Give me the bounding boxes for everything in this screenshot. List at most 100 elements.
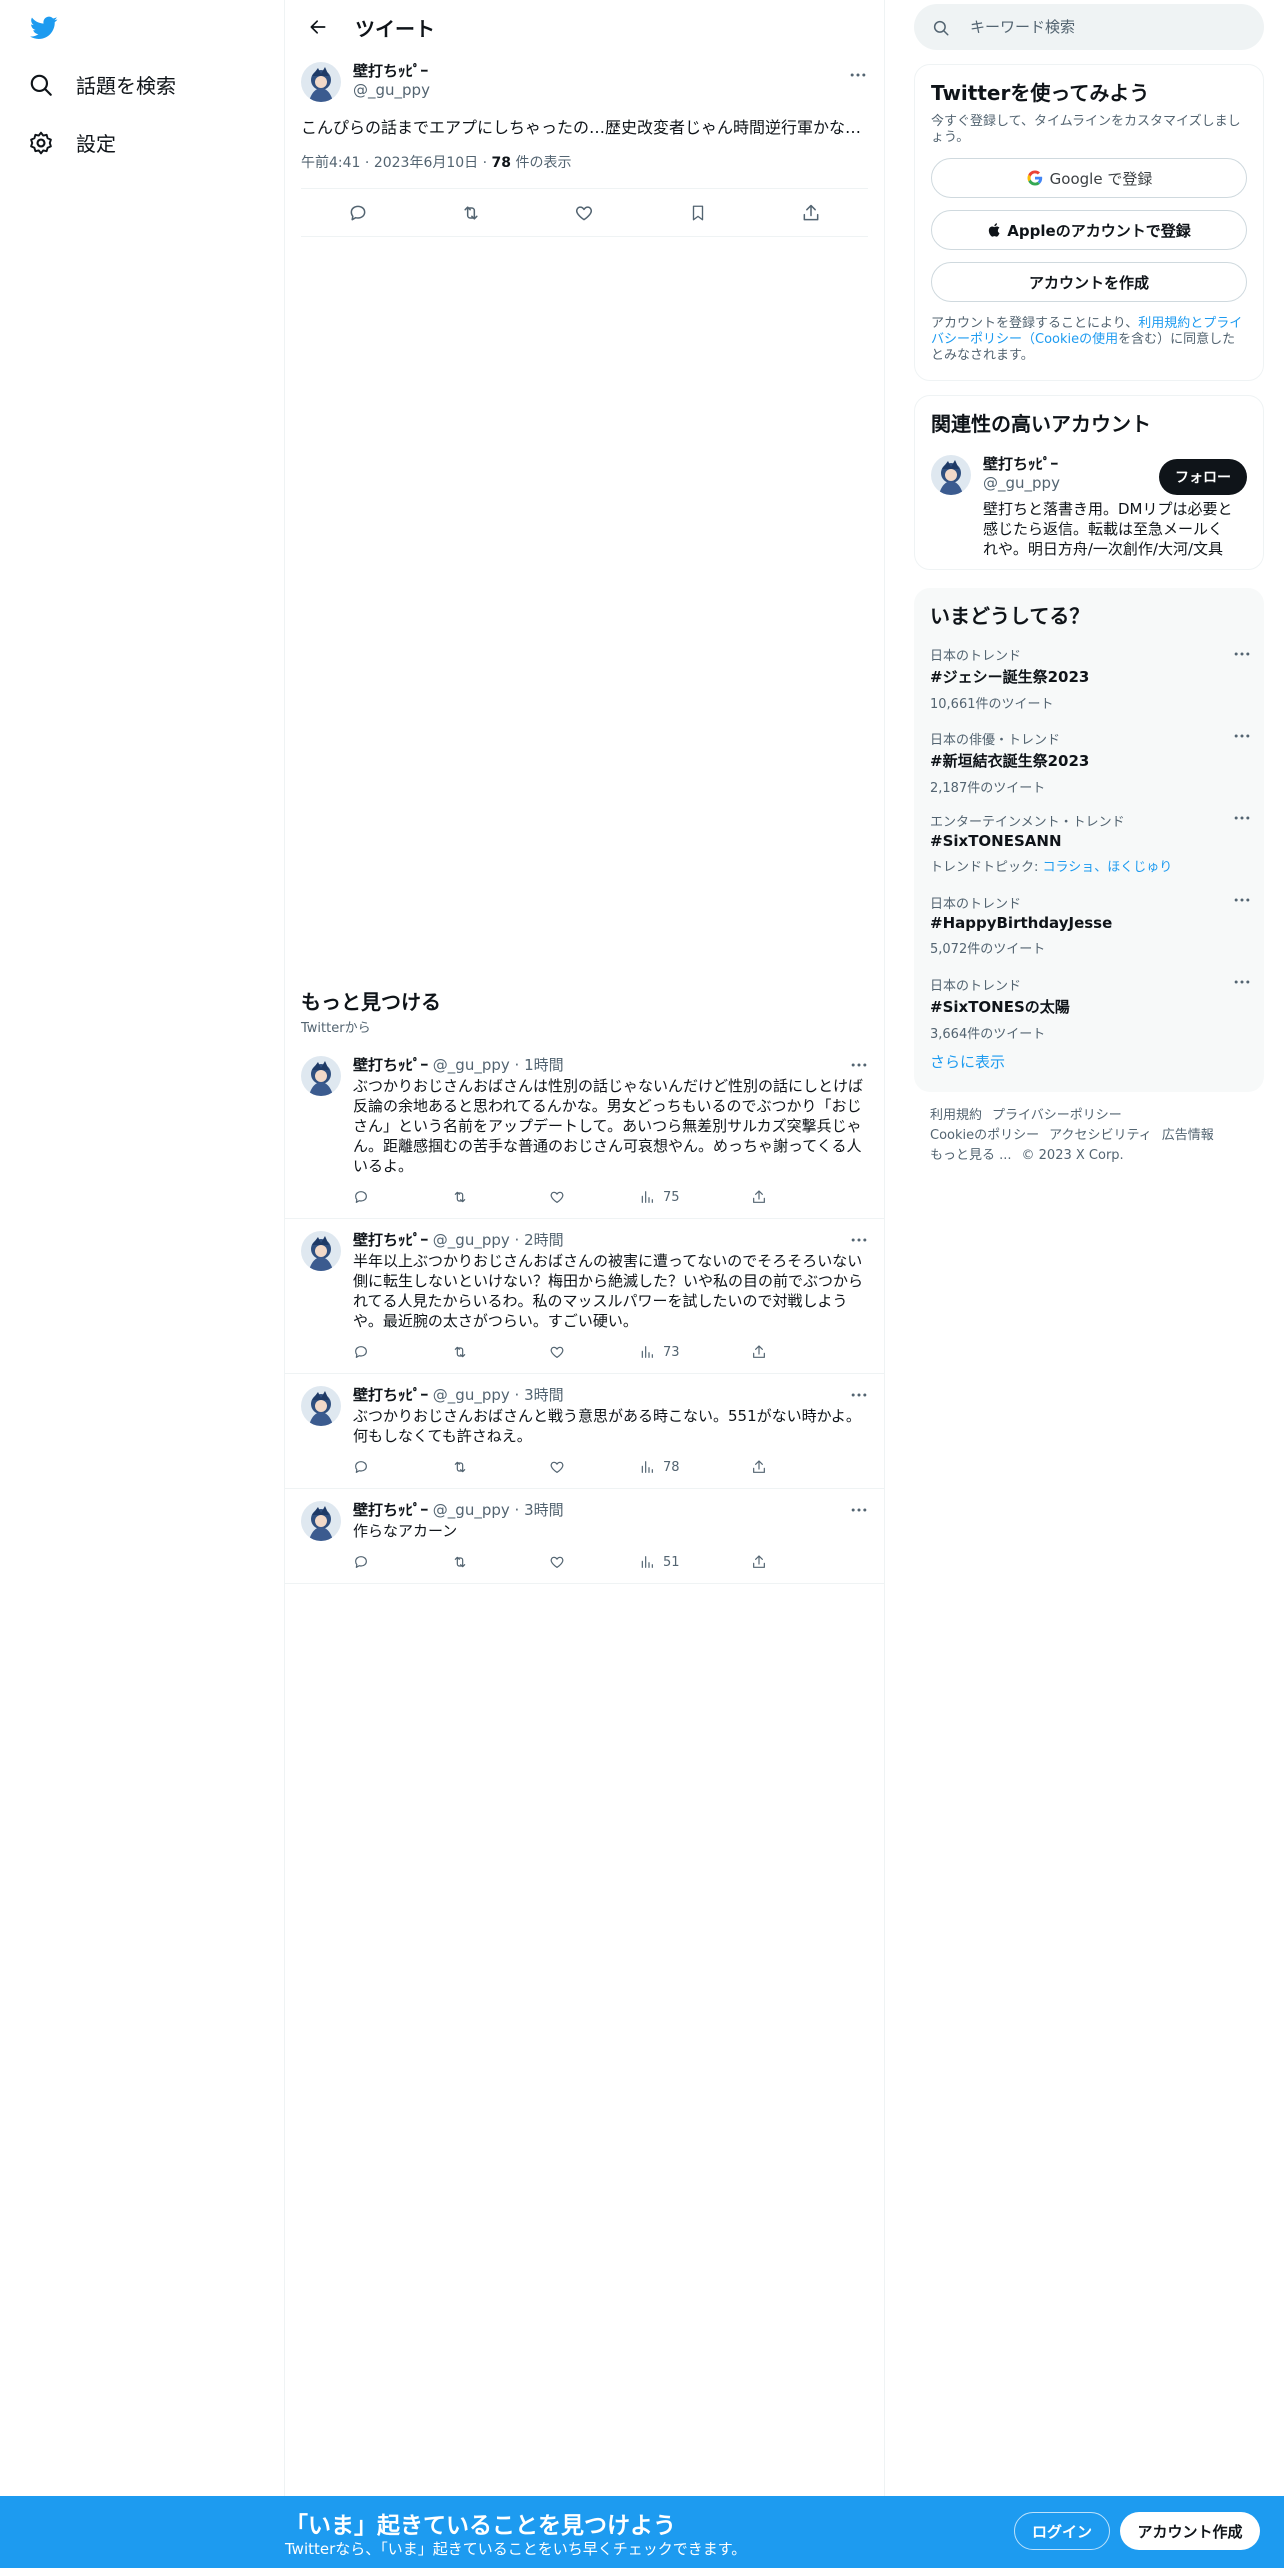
footer-privacy-link[interactable]: プライバシーポリシー — [992, 1108, 1122, 1123]
relevant-account[interactable]: 壁打ちｯﾋﾟｰ @_gu_ppy 壁打ちと落書き用。DMリプは必要と感じたら返信… — [931, 455, 1247, 559]
follow-button[interactable]: フォロー — [1159, 459, 1247, 495]
tweet-views-label: 件の表示 — [515, 155, 572, 171]
feed-tweet[interactable]: 壁打ちｯﾋﾟｰ @_gu_ppy · 3時間 作らなアカーン 51 — [285, 1489, 885, 1584]
nav-item-settings[interactable]: 設定 — [28, 128, 116, 157]
signup-button[interactable]: アカウント作成 — [1120, 2512, 1260, 2550]
more-options-icon[interactable] — [849, 1054, 869, 1075]
feed-tweet[interactable]: 壁打ちｯﾋﾟｰ @_gu_ppy · 1時間 ぶつかりおじさんおばさんは性別の話じ… — [285, 1044, 885, 1219]
reply-icon[interactable] — [353, 1554, 451, 1570]
feed-author-handle[interactable]: @_gu_ppy — [433, 1056, 510, 1074]
tweet-actions — [301, 189, 868, 237]
retweet-button[interactable] — [454, 196, 488, 230]
like-button[interactable] — [567, 196, 601, 230]
create-account-button[interactable]: アカウントを作成 — [931, 262, 1247, 302]
share-button[interactable] — [794, 196, 828, 230]
heart-icon[interactable] — [549, 1189, 639, 1205]
retweet-icon[interactable] — [451, 1344, 549, 1360]
back-button[interactable] — [301, 10, 335, 44]
feed-author-name[interactable]: 壁打ちｯﾋﾟｰ — [353, 1501, 428, 1519]
more-options-icon[interactable] — [1232, 889, 1252, 910]
footer-ads-link[interactable]: 広告情報 — [1162, 1128, 1214, 1143]
feed-author-handle[interactable]: @_gu_ppy — [433, 1386, 510, 1404]
avatar[interactable] — [301, 1501, 341, 1541]
views-button[interactable]: 78 — [639, 1459, 751, 1475]
trend-item[interactable]: 日本の俳優・トレンド #新垣結衣誕生祭2023 2,187件のツイート — [930, 711, 1250, 796]
feed-time[interactable]: 1時間 — [524, 1056, 564, 1074]
apple-signup-button[interactable]: Appleのアカウントで登録 — [931, 210, 1247, 250]
signup-title: Twitterを使ってみよう — [931, 81, 1150, 105]
feed-tweet[interactable]: 壁打ちｯﾋﾟｰ @_gu_ppy · 2時間 半年以上ぶつかりおじさんおばさんの被… — [285, 1219, 885, 1374]
trend-item[interactable]: 日本のトレンド #HappyBirthdayJesse 5,072件のツイート — [930, 875, 1250, 957]
twitter-bird-icon[interactable] — [28, 14, 62, 44]
heart-icon[interactable] — [549, 1459, 639, 1475]
more-options-icon[interactable] — [848, 64, 868, 85]
login-button[interactable]: ログイン — [1014, 2512, 1110, 2550]
avatar[interactable] — [301, 1056, 341, 1096]
heart-icon[interactable] — [549, 1554, 639, 1570]
trend-item[interactable]: エンターテインメント・トレンド #SixTONESANN トレンドトピック: コラシ… — [930, 793, 1250, 875]
views-button[interactable]: 51 — [639, 1554, 751, 1570]
avatar[interactable] — [301, 1231, 341, 1271]
avatar[interactable] — [931, 455, 971, 495]
views-button[interactable]: 73 — [639, 1344, 751, 1360]
more-options-icon[interactable] — [1232, 807, 1252, 828]
share-icon[interactable] — [751, 1189, 767, 1205]
avatar[interactable] — [301, 1386, 341, 1426]
retweet-icon[interactable] — [451, 1459, 549, 1475]
feed-time[interactable]: 3時間 — [524, 1386, 564, 1404]
footer-cookie-link[interactable]: Cookieのポリシー — [930, 1128, 1039, 1143]
reply-button[interactable] — [341, 196, 375, 230]
feed-author-name[interactable]: 壁打ちｯﾋﾟｰ — [353, 1386, 428, 1404]
feed-list: 壁打ちｯﾋﾟｰ @_gu_ppy · 1時間 ぶつかりおじさんおばさんは性別の話じ… — [285, 1044, 885, 1584]
more-options-icon[interactable] — [849, 1229, 869, 1250]
tweet-time[interactable]: 午前4:41 — [301, 155, 360, 171]
feed-author-name[interactable]: 壁打ちｯﾋﾟｰ — [353, 1231, 428, 1249]
author-handle[interactable]: @_gu_ppy — [353, 80, 430, 100]
share-icon[interactable] — [751, 1459, 767, 1475]
more-options-icon[interactable] — [849, 1384, 869, 1405]
trend-item[interactable]: 日本のトレンド #ジェシー誕生祭2023 10,661件のツイート — [930, 629, 1250, 712]
tweet-header: 壁打ちｯﾋﾟｰ @_gu_ppy — [301, 62, 868, 102]
reply-icon[interactable] — [353, 1189, 451, 1205]
terms-link[interactable]: 利用規約 — [1138, 316, 1190, 331]
feed-author-handle[interactable]: @_gu_ppy — [433, 1501, 510, 1519]
views-button[interactable]: 75 — [639, 1189, 751, 1205]
trend-name: #SixTONESANN — [930, 832, 1062, 850]
feed-tweet-text: 作らなアカーン — [353, 1522, 458, 1540]
more-options-icon[interactable] — [1232, 643, 1252, 664]
trend-topics-link[interactable]: コラショ、ほくじゅり — [1043, 860, 1173, 875]
views-icon — [639, 1459, 655, 1475]
show-more-link[interactable]: さらに表示 — [930, 1039, 1248, 1088]
feed-time[interactable]: 2時間 — [524, 1231, 564, 1249]
footer-accessibility-link[interactable]: アクセシビリティ — [1049, 1128, 1152, 1143]
footer-terms-link[interactable]: 利用規約 — [930, 1108, 982, 1123]
feed-author-name[interactable]: 壁打ちｯﾋﾟｰ — [353, 1056, 428, 1074]
share-icon[interactable] — [751, 1554, 767, 1570]
feed-tweet[interactable]: 壁打ちｯﾋﾟｰ @_gu_ppy · 3時間 ぶつかりおじさんおばさんと戦う意思が… — [285, 1374, 885, 1489]
author-name[interactable]: 壁打ちｯﾋﾟｰ — [353, 62, 430, 80]
footer-more-link[interactable]: もっと見る ... — [930, 1148, 1012, 1163]
more-options-icon[interactable] — [849, 1499, 869, 1520]
more-options-icon[interactable] — [1232, 971, 1252, 992]
avatar[interactable] — [301, 62, 341, 102]
nav-item-explore[interactable]: 話題を検索 — [28, 70, 176, 99]
share-icon[interactable] — [751, 1344, 767, 1360]
more-options-icon[interactable] — [1232, 725, 1252, 746]
feed-time[interactable]: 3時間 — [524, 1501, 564, 1519]
retweet-icon[interactable] — [451, 1189, 549, 1205]
trend-name: #新垣結衣誕生祭2023 — [930, 752, 1090, 770]
relevant-accounts-title: 関連性の高いアカウント — [931, 412, 1151, 436]
tweet-date[interactable]: 2023年6月10日 — [374, 155, 478, 171]
reply-icon[interactable] — [353, 1459, 451, 1475]
trend-item[interactable]: 日本のトレンド #SixTONESの太陽 3,664件のツイート — [930, 957, 1250, 1042]
heart-icon[interactable] — [549, 1344, 639, 1360]
google-signup-button[interactable]: Google で登録 — [931, 158, 1247, 198]
feed-author-handle[interactable]: @_gu_ppy — [433, 1231, 510, 1249]
reply-icon[interactable] — [353, 1344, 451, 1360]
bookmark-button[interactable] — [681, 196, 715, 230]
search-box[interactable] — [914, 4, 1264, 50]
search-input[interactable] — [970, 18, 1240, 36]
signup-card: Twitterを使ってみよう 今すぐ登録して、タイムラインをカスタマイズしましょ… — [914, 64, 1264, 381]
retweet-icon[interactable] — [451, 1554, 549, 1570]
apple-icon — [987, 221, 1003, 240]
